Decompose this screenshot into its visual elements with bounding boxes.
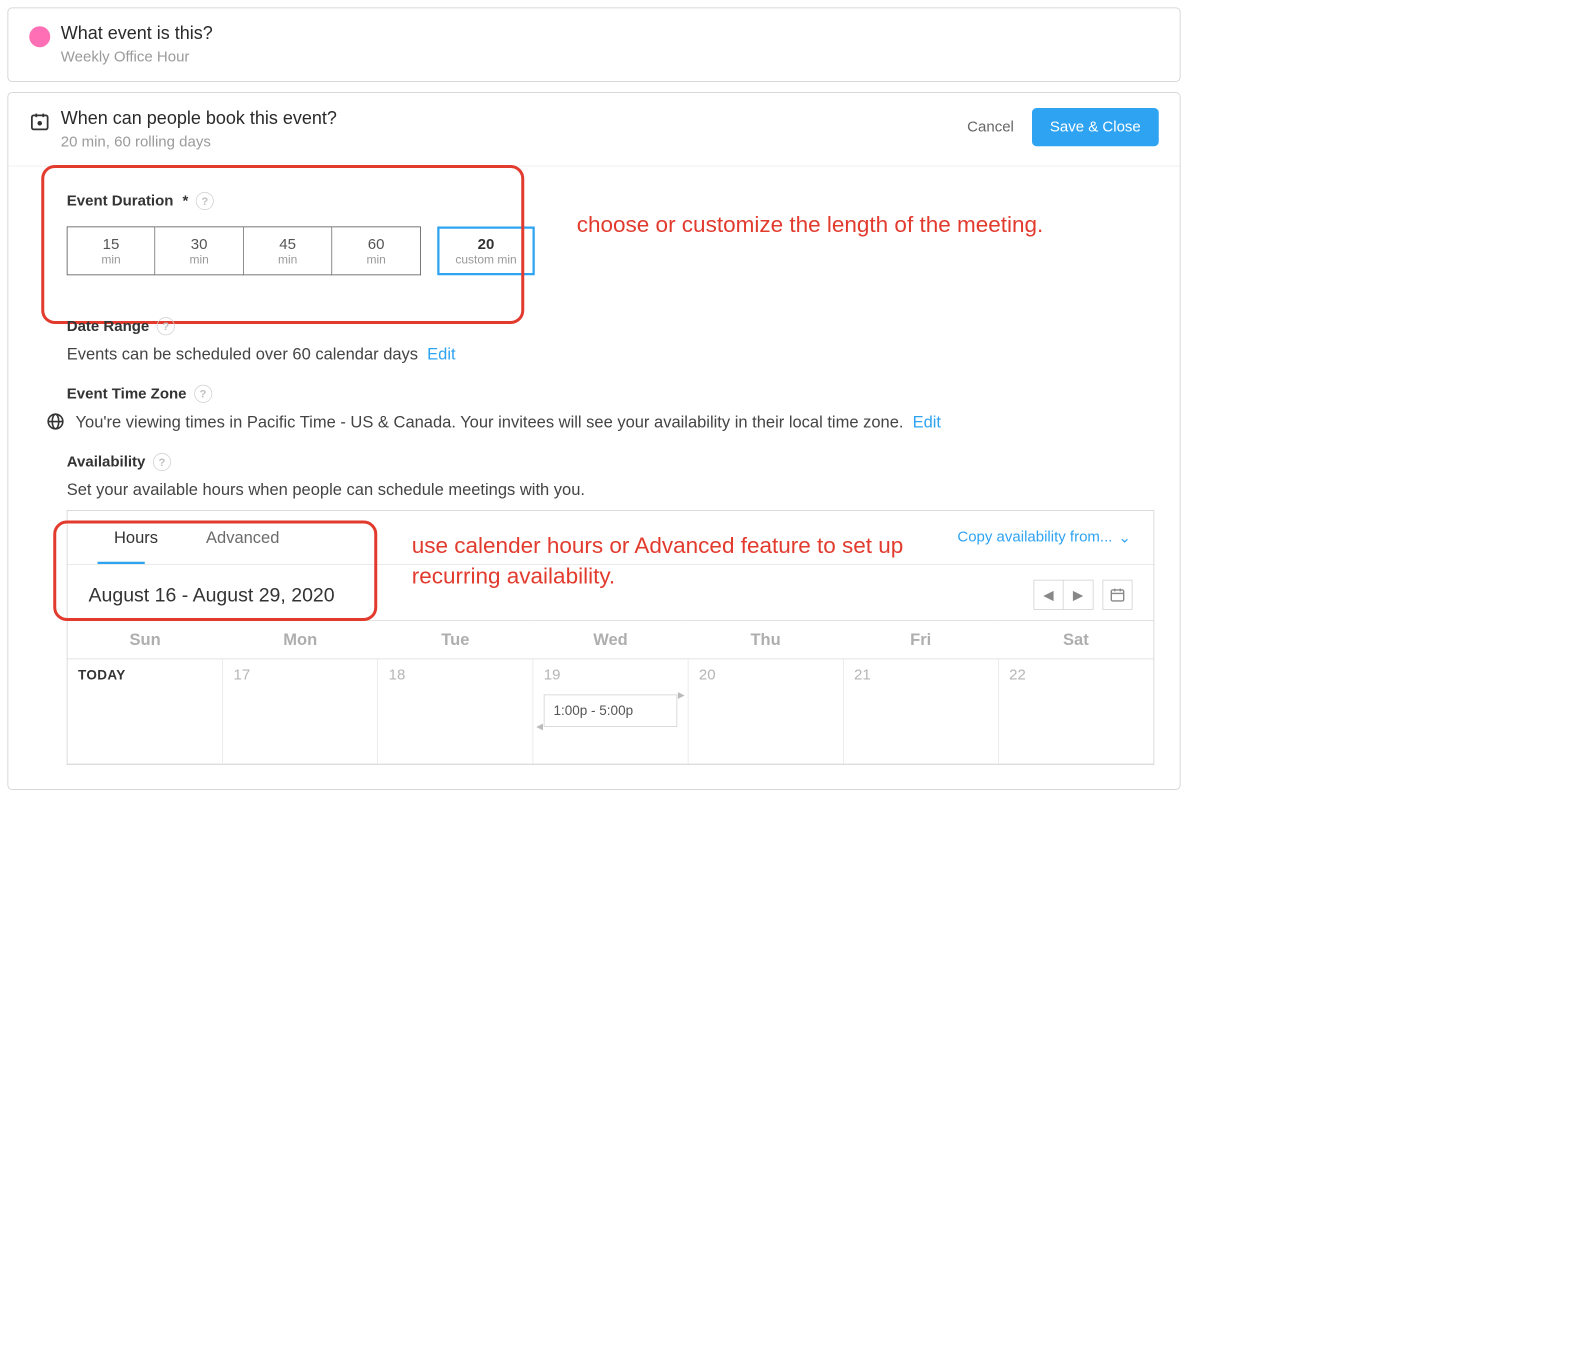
calendar-cell[interactable]: 17 (223, 659, 378, 764)
timezone-section: Event Time Zone ? You're viewing times i… (67, 385, 1155, 432)
event-duration-section: Event Duration * ? 15 min 30 min 45 (67, 192, 1155, 275)
calendar-cell[interactable]: 19 ▸ 1:00p - 5:00p ◂ (533, 659, 688, 764)
chevron-down-icon: ⌄ (1118, 528, 1131, 547)
availability-section: Availability ? Set your available hours … (67, 453, 1155, 765)
availability-panel: Hours Advanced Copy availability from...… (67, 510, 1155, 765)
booking-settings-card: When can people book this event? 20 min,… (8, 92, 1181, 790)
weekday-header: Sat (998, 621, 1153, 659)
date-range-section: Date Range ? Events can be scheduled ove… (67, 317, 1155, 364)
globe-icon (46, 412, 66, 432)
help-icon[interactable]: ? (194, 385, 212, 403)
help-icon[interactable]: ? (153, 453, 171, 471)
date-range-desc: Events can be scheduled over 60 calendar… (67, 344, 418, 363)
date-range-edit-link[interactable]: Edit (427, 344, 455, 363)
date-range-label: Date Range (67, 318, 150, 335)
availability-event-block[interactable]: ▸ 1:00p - 5:00p ◂ (544, 695, 677, 727)
duration-option-custom[interactable]: 20 custom min (437, 227, 535, 276)
duration-option-30[interactable]: 30 min (155, 227, 244, 276)
duration-option-60[interactable]: 60 min (332, 227, 421, 276)
event-summary-card[interactable]: What event is this? Weekly Office Hour (8, 8, 1181, 82)
event-color-dot (29, 26, 50, 47)
card1-title: What event is this? (61, 23, 1159, 44)
timezone-desc: You're viewing times in Pacific Time - U… (76, 413, 904, 432)
save-close-button[interactable]: Save & Close (1032, 108, 1159, 146)
calendar-cell-today[interactable]: TODAY (68, 659, 223, 764)
copy-availability-link[interactable]: Copy availability from... ⌄ (957, 528, 1131, 547)
event-duration-label: Event Duration (67, 192, 174, 209)
duration-option-45[interactable]: 45 min (244, 227, 333, 276)
help-icon[interactable]: ? (157, 317, 175, 335)
weekday-header: Tue (378, 621, 533, 659)
availability-label: Availability (67, 453, 146, 470)
weekday-header: Sun (68, 621, 223, 659)
weekday-header: Fri (843, 621, 998, 659)
calendar-range-label: August 16 - August 29, 2020 (89, 583, 335, 606)
calendar-cell[interactable]: 18 (378, 659, 533, 764)
weekday-header: Mon (223, 621, 378, 659)
timezone-edit-link[interactable]: Edit (913, 413, 941, 432)
calendar-icon (29, 111, 50, 132)
card2-title: When can people book this event? (61, 108, 963, 129)
required-asterisk: * (182, 192, 188, 209)
card2-subtitle: 20 min, 60 rolling days (61, 134, 963, 151)
calendar-picker-button[interactable] (1103, 580, 1133, 610)
availability-desc: Set your available hours when people can… (67, 480, 585, 499)
arrow-right-icon: ▸ (678, 687, 685, 703)
duration-option-15[interactable]: 15 min (67, 227, 156, 276)
weekday-header: Wed (533, 621, 688, 659)
calendar-grid-icon (1109, 587, 1126, 604)
chevron-left-icon: ◀ (1043, 587, 1053, 603)
availability-calendar: Sun Mon Tue Wed Thu Fri Sat TODAY (68, 620, 1154, 764)
chevron-right-icon: ▶ (1073, 587, 1083, 603)
calendar-prev-button[interactable]: ◀ (1034, 580, 1064, 610)
cancel-button[interactable]: Cancel (963, 118, 1019, 137)
calendar-next-button[interactable]: ▶ (1064, 580, 1094, 610)
calendar-cell[interactable]: 20 (688, 659, 843, 764)
timezone-label: Event Time Zone (67, 385, 187, 402)
calendar-cell[interactable]: 21 (843, 659, 998, 764)
weekday-header: Thu (688, 621, 843, 659)
tab-advanced[interactable]: Advanced (182, 511, 303, 564)
arrow-left-icon: ◂ (536, 719, 543, 735)
card1-subtitle: Weekly Office Hour (61, 49, 1159, 66)
calendar-cell[interactable]: 22 (998, 659, 1153, 764)
tab-hours[interactable]: Hours (90, 511, 182, 564)
help-icon[interactable]: ? (196, 192, 214, 210)
